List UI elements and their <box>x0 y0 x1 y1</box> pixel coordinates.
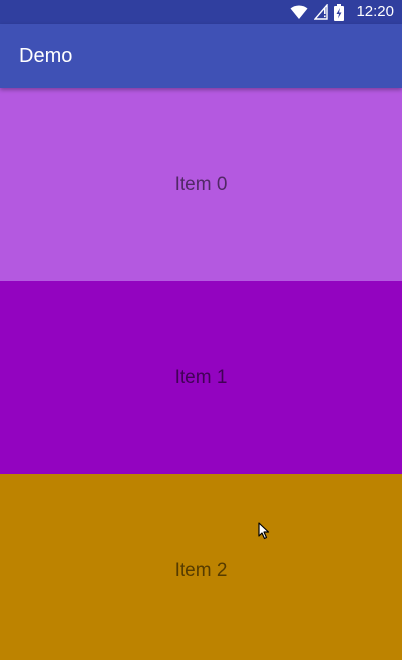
app-title: Demo <box>19 44 73 67</box>
list-item-label: Item 0 <box>174 173 228 195</box>
signal-icon <box>314 4 329 20</box>
wifi-icon <box>290 4 308 20</box>
list-item-2[interactable]: Item 2 <box>0 474 402 660</box>
list-item-label: Item 2 <box>174 559 228 581</box>
status-time: 12:20 <box>356 3 394 20</box>
status-bar: 12:20 <box>0 0 402 24</box>
app-screen: 12:20 Demo Item 0 Item 1 Item 2 <box>0 0 402 660</box>
item-list[interactable]: Item 0 Item 1 Item 2 <box>0 88 402 660</box>
list-item-0[interactable]: Item 0 <box>0 88 402 281</box>
list-item-label: Item 1 <box>174 366 228 388</box>
app-bar: Demo <box>0 24 402 88</box>
status-icons: 12:20 <box>290 0 394 24</box>
list-item-1[interactable]: Item 1 <box>0 281 402 474</box>
battery-charging-icon <box>334 3 345 21</box>
